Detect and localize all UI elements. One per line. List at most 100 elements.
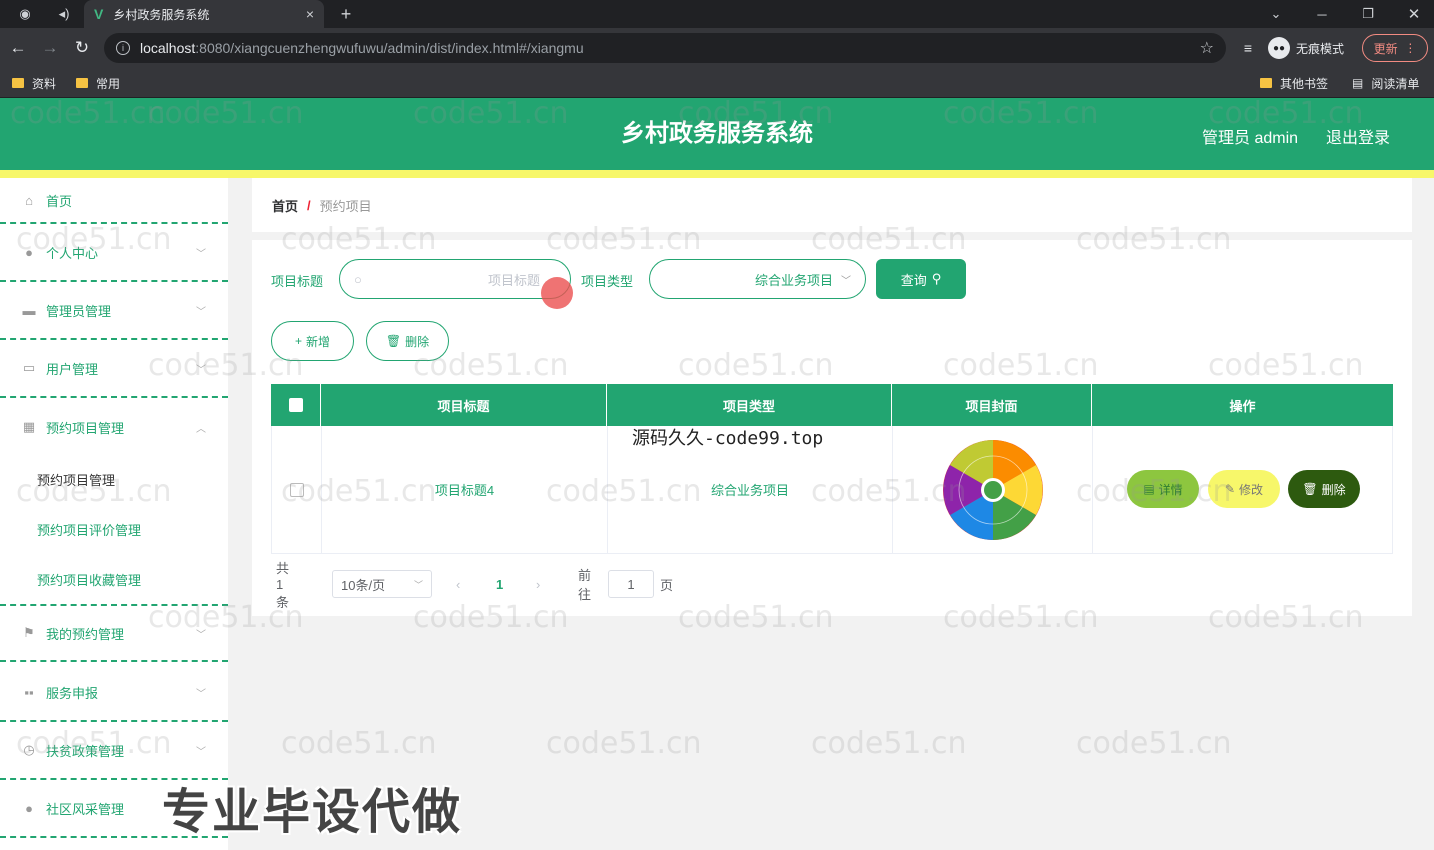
table-row: 项目标题4 综合业务项目 ▤ 详情 ✎ 修改 🗑 删除 [271, 426, 1393, 554]
goto-label: 前往 [578, 568, 592, 602]
type-select[interactable]: 综合业务项目 ﹀ [649, 259, 866, 299]
submenu-project-favorite[interactable]: 预约项目收藏管理 [0, 554, 228, 604]
bookmark-label: 常用 [96, 76, 121, 91]
message-icon: ▪▪ [24, 684, 34, 700]
chevron-down-icon: ﹀ [196, 688, 206, 700]
row-title: 项目标题4 [322, 426, 608, 553]
tab-close-icon[interactable]: × [306, 6, 314, 22]
sidebar-item-admins[interactable]: ▬ 管理员管理 ﹀ [0, 282, 228, 340]
minimize-icon[interactable]: ─ [1310, 0, 1334, 28]
add-button[interactable]: + 新增 [271, 321, 354, 361]
plus-icon: + [294, 334, 302, 348]
home-icon: ⌂ [25, 192, 33, 208]
trash-icon: 🗑 [1302, 482, 1318, 496]
page-size-select[interactable]: 10条/页 ﹀ [332, 570, 432, 598]
sidebar-item-my-booking[interactable]: ⚑ 我的预约管理 ﹀ [0, 604, 228, 662]
edit-button[interactable]: ✎ 修改 [1208, 470, 1280, 508]
breadcrumb-separator: / [307, 197, 311, 213]
reading-mode-icon[interactable]: ≡ [1236, 36, 1260, 60]
bookmark-label: 其他书签 [1280, 76, 1329, 91]
bookmark-folder[interactable]: 资料 [12, 74, 56, 92]
query-button[interactable]: 查询 ⚲ [876, 259, 966, 299]
sidebar-item-personal[interactable]: ● 个人中心 ﹀ [0, 224, 228, 282]
sidebar-item-projects[interactable]: ▦ 预约项目管理 ︿ [0, 398, 228, 456]
new-tab-button[interactable]: + [334, 0, 358, 28]
title-label: 项目标题 [271, 274, 324, 289]
row-select-cell [272, 426, 322, 553]
sidebar-item-label: 用户管理 [46, 361, 99, 377]
restore-icon[interactable]: ❐ [1356, 0, 1380, 28]
browser-logo-icon[interactable]: ◉ [12, 0, 38, 28]
header-title[interactable]: 项目标题 [321, 384, 607, 426]
select-all-cell [271, 384, 321, 426]
logout-link[interactable]: 退出登录 [1326, 124, 1390, 148]
header-type[interactable]: 项目类型 [607, 384, 892, 426]
content-panel: 项目标题 ○ 项目标题 项目类型 综合业务项目 ﹀ 查询 ⚲ + 新增 🗑 删除… [252, 240, 1412, 616]
reading-list[interactable]: ▤ 阅读清单 [1352, 74, 1419, 92]
breadcrumb-home[interactable]: 首页 [272, 196, 298, 215]
prev-page-icon[interactable]: ‹ [456, 570, 460, 598]
info-icon[interactable]: i [116, 41, 130, 55]
reading-list-icon: ▤ [1352, 76, 1364, 90]
cover-image[interactable] [942, 439, 1044, 541]
current-page[interactable]: 1 [496, 570, 503, 598]
submenu-project-review[interactable]: 预约项目评价管理 [0, 504, 228, 554]
other-bookmarks[interactable]: 其他书签 [1260, 74, 1328, 92]
type-select-value: 综合业务项目 [754, 272, 833, 288]
query-label: 查询 [900, 272, 927, 288]
mouse-pointer-indicator [541, 277, 573, 309]
forward-icon[interactable]: → [38, 36, 62, 60]
admin-label: 管理员 admin [1202, 130, 1299, 147]
tab-search-icon[interactable]: ⌄ [1264, 0, 1288, 28]
browser-tab-bar: ◉ ◂) V 乡村政务服务系统 × + ⌄ ─ ❐ ✕ [0, 0, 1434, 28]
row-delete-button[interactable]: 🗑 删除 [1288, 470, 1360, 508]
briefcase-icon: ▬ [22, 302, 36, 318]
bookmark-label: 阅读清单 [1371, 76, 1420, 91]
chevron-down-icon: ﹀ [196, 364, 206, 376]
sidebar-item-users[interactable]: ▭ 用户管理 ﹀ [0, 340, 228, 398]
browser-tab[interactable]: V 乡村政务服务系统 × [84, 0, 324, 28]
bookmark-label: 资料 [32, 76, 57, 91]
update-label: 更新 [1373, 41, 1398, 56]
select-all-checkbox[interactable] [288, 398, 303, 412]
sidebar-item-service[interactable]: ▪▪ 服务申报 ﹀ [0, 664, 228, 722]
sidebar-item-label: 扶贫政策管理 [46, 743, 125, 759]
document-icon: ▤ [1143, 482, 1155, 496]
next-page-icon[interactable]: › [536, 570, 540, 598]
submenu-project-manage[interactable]: 预约项目管理 [0, 454, 228, 504]
header-stripe [0, 170, 1434, 178]
bookmark-star-icon[interactable]: ☆ [1200, 38, 1214, 58]
mute-icon[interactable]: ◂) [52, 0, 76, 28]
chevron-down-icon: ﹀ [413, 579, 423, 590]
type-label: 项目类型 [581, 274, 634, 289]
vue-logo-icon: V [94, 6, 104, 22]
chevron-down-icon: ﹀ [196, 248, 206, 260]
url-path: :8080/xiangcuenzhengwufuwu/admin/dist/in… [195, 40, 584, 56]
goto-page-input[interactable]: 1 [608, 570, 654, 598]
chevron-down-icon: ﹀ [196, 746, 206, 758]
header-cover[interactable]: 项目封面 [892, 384, 1092, 426]
bookmark-folder[interactable]: 常用 [76, 74, 120, 92]
header-actions: 操作 [1229, 398, 1256, 414]
detail-button[interactable]: ▤ 详情 [1127, 470, 1199, 508]
incognito-icon: ●● [1268, 37, 1290, 59]
incognito-indicator[interactable]: ●● 无痕模式 [1268, 34, 1344, 62]
row-checkbox[interactable] [289, 482, 304, 497]
title-search-input[interactable]: ○ 项目标题 [339, 259, 571, 299]
watermark: code51.cn [1076, 726, 1232, 761]
search-icon: ○ [354, 271, 362, 287]
pagination-total: 共 1 条 [276, 560, 290, 610]
sidebar-item-label: 社区风采管理 [46, 801, 125, 817]
close-window-icon[interactable]: ✕ [1402, 0, 1426, 28]
search-icon: ⚲ [931, 271, 942, 286]
reload-icon[interactable]: ↻ [70, 36, 94, 60]
batch-delete-button[interactable]: 🗑 删除 [366, 321, 449, 361]
breadcrumb-current: 预约项目 [319, 198, 372, 214]
folder-icon [76, 78, 88, 88]
url-input[interactable]: i localhost:8080/xiangcuenzhengwufuwu/ad… [104, 33, 1226, 63]
back-icon[interactable]: ← [6, 36, 30, 60]
update-button[interactable]: 更新 ⋮ [1362, 34, 1428, 62]
delete-label: 删除 [405, 334, 430, 349]
url-host: localhost [140, 40, 196, 56]
sidebar-item-home[interactable]: ⌂ 首页 [0, 178, 228, 224]
